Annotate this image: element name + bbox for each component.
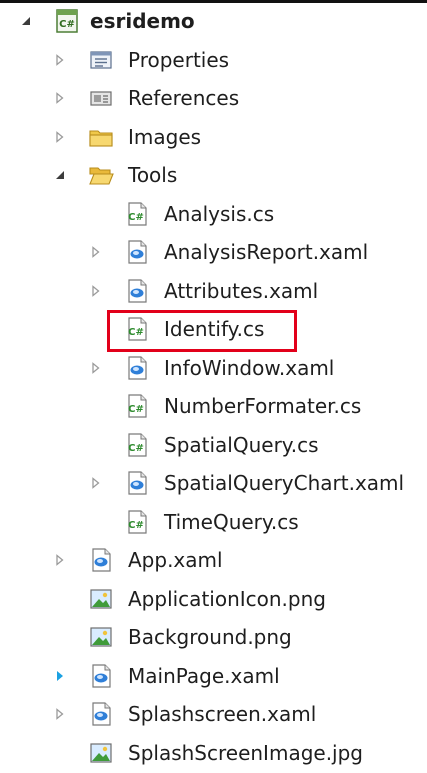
tree-item-timequery-cs[interactable]: C# TimeQuery.cs [0,503,427,541]
svg-text:C#: C# [128,404,144,415]
svg-text:C#: C# [59,19,75,30]
properties-icon [88,47,114,73]
csharp-project-icon: C# [54,8,80,34]
tree-item-label: Splashscreen.xaml [128,702,317,726]
svg-text:C#: C# [128,520,144,531]
tree-item-esridemo[interactable]: C# esridemo [0,2,427,40]
identify-highlight-box [107,310,297,352]
solution-explorer-tree: C# esridemo Properties References Images Tool… [0,0,427,773]
tree-item-label: Analysis.cs [164,201,275,226]
tree-item-splashscreenimage-jpg[interactable]: SplashScreenImage.jpg [0,734,427,772]
tree-item-spatialquerychart-xaml[interactable]: SpatialQueryChart.xaml [0,464,427,502]
tree-item-analysisreport-xaml[interactable]: AnalysisReport.xaml [0,233,427,271]
csharp-file-icon: C# [124,201,150,227]
tree-item-infowindow-xaml[interactable]: InfoWindow.xaml [0,349,427,387]
csharp-file-icon: C# [124,432,150,458]
expand-arrow-icon[interactable] [50,550,70,570]
tree-item-label: MainPage.xaml [128,663,280,688]
tree-item-app-xaml[interactable]: App.xaml [0,541,427,579]
tree-item-label: NumberFormater.cs [164,394,362,418]
tree-item-spatialquery-cs[interactable]: C# SpatialQuery.cs [0,426,427,464]
tree-item-images[interactable]: Images [0,118,427,156]
tree-item-analysis-cs[interactable]: C# Analysis.cs [0,195,427,233]
tree-item-label: App.xaml [128,548,223,572]
collapse-arrow-icon[interactable] [16,11,36,31]
xaml-file-icon [88,663,114,689]
tree-item-label: InfoWindow.xaml [164,355,335,380]
tree-item-splashscreen-xaml[interactable]: Splashscreen.xaml [0,695,427,733]
svg-text:C#: C# [128,212,144,223]
csharp-file-icon: C# [124,509,150,535]
expand-arrow-icon[interactable] [86,473,106,493]
collapse-arrow-icon[interactable] [50,165,70,185]
expand-arrow-icon[interactable] [50,88,70,108]
xaml-file-icon [88,701,114,727]
expand-arrow-icon[interactable] [86,242,106,262]
tree-item-label: Tools [128,163,178,187]
expand-arrow-icon[interactable] [86,281,106,301]
tree-item-background-png[interactable]: Background.png [0,618,427,656]
tree-item-mainpage-xaml[interactable]: MainPage.xaml [0,657,427,695]
tree-item-label: Properties [128,47,230,72]
tree-item-label: TimeQuery.cs [164,509,299,534]
tree-item-label: Background.png [128,625,292,649]
tree-item-label: Attributes.xaml [164,278,319,303]
folder-closed-icon [88,124,114,150]
expand-arrow-icon[interactable] [86,358,106,378]
tree-item-label: SplashScreenImage.jpg [128,740,363,765]
xaml-file-icon [124,278,150,304]
tree-item-label: References [128,86,240,110]
expand-arrow-icon[interactable] [50,666,70,686]
expand-arrow-icon[interactable] [50,50,70,70]
xaml-file-icon [88,547,114,573]
expand-arrow-icon[interactable] [50,704,70,724]
tree-item-label: AnalysisReport.xaml [164,240,369,264]
expand-arrow-icon[interactable] [50,127,70,147]
xaml-file-icon [124,470,150,496]
tree-item-references[interactable]: References [0,79,427,117]
references-icon [88,85,114,111]
tree-item-applicationicon-png[interactable]: ApplicationIcon.png [0,580,427,618]
image-file-icon [88,624,114,650]
svg-text:C#: C# [128,443,144,454]
tree-item-label: Images [128,124,202,149]
folder-open-icon [88,162,114,188]
csharp-file-icon: C# [124,393,150,419]
tree-item-label: SpatialQuery.cs [164,432,319,457]
tree-item-attributes-xaml[interactable]: Attributes.xaml [0,272,427,310]
xaml-file-icon [124,239,150,265]
tree-item-tools[interactable]: Tools [0,156,427,194]
tree-item-numberformater-cs[interactable]: C# NumberFormater.cs [0,387,427,425]
xaml-file-icon [124,355,150,381]
tree-item-label: esridemo [90,9,195,33]
image-file-icon [88,586,114,612]
image-file-icon [88,740,114,766]
tree-item-label: SpatialQueryChart.xaml [164,471,405,495]
tree-item-label: ApplicationIcon.png [128,586,326,611]
tree-item-properties[interactable]: Properties [0,41,427,79]
